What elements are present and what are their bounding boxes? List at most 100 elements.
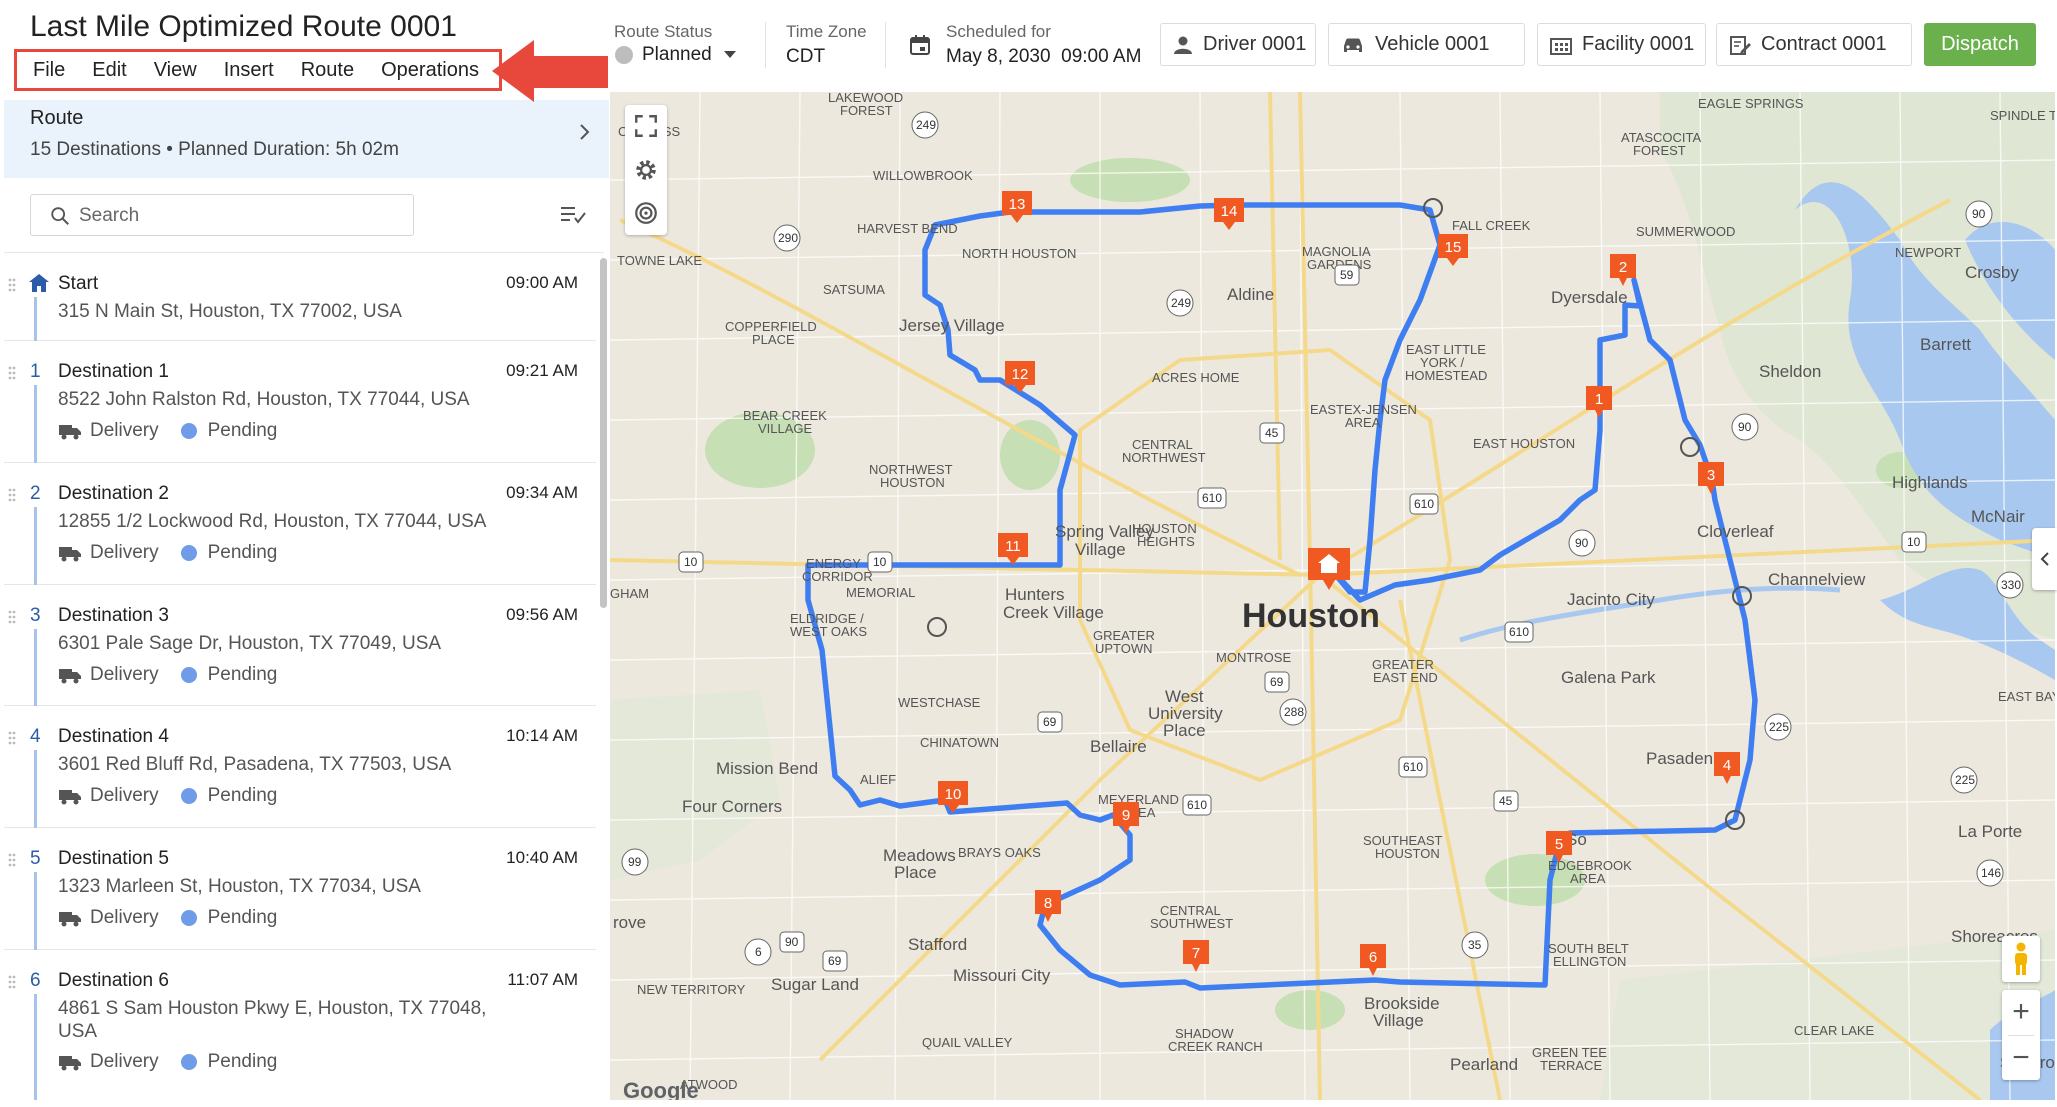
stop-type: Delivery <box>90 785 159 806</box>
route-sidebar: Last Mile Optimized Route 0001 File Edit… <box>4 0 609 1100</box>
stop-address: 6301 Pale Sage Dr, Houston, TX 77049, US… <box>58 633 442 654</box>
zoom-out-button[interactable]: − <box>2002 1036 2040 1080</box>
list-item-destination-4[interactable]: 4 Destination 4 10:14 AM 3601 Red Bluff … <box>4 706 596 828</box>
menu-view[interactable]: View <box>154 59 197 82</box>
fullscreen-icon[interactable] <box>633 113 659 139</box>
delivery-truck-icon <box>59 912 81 927</box>
calendar-icon[interactable] <box>908 33 932 57</box>
list-item-start[interactable]: Start 09:00 AM 315 N Main St, Houston, T… <box>4 253 596 341</box>
timezone-label: Time Zone <box>786 22 867 41</box>
svg-text:610: 610 <box>1202 491 1222 505</box>
route-status-dropdown[interactable]: Planned <box>642 44 712 66</box>
drag-handle-icon[interactable] <box>8 487 16 503</box>
chevron-right-icon[interactable] <box>572 120 596 144</box>
map-tools <box>625 105 667 235</box>
svg-text:Mission Bend: Mission Bend <box>716 759 818 778</box>
svg-text:1: 1 <box>1595 391 1603 408</box>
svg-text:NORTHWEST: NORTHWEST <box>1122 450 1206 465</box>
svg-text:HOUSTON: HOUSTON <box>1375 846 1440 861</box>
svg-text:Galena Park: Galena Park <box>1561 668 1656 687</box>
status-dot <box>180 910 197 926</box>
stop-time: 09:34 AM <box>506 483 578 502</box>
svg-text:7: 7 <box>1192 945 1200 962</box>
svg-text:McNair: McNair <box>1971 507 2025 526</box>
drag-handle-icon[interactable] <box>8 852 16 868</box>
drag-handle-icon[interactable] <box>8 609 16 625</box>
stop-status: Pending <box>207 664 278 685</box>
drag-handle-icon[interactable] <box>8 277 16 293</box>
svg-text:NEW TERRITORY: NEW TERRITORY <box>637 982 746 997</box>
list-item-destination-5[interactable]: 5 Destination 5 10:40 AM 1323 Marleen St… <box>4 828 596 950</box>
delivery-truck-icon <box>59 1056 81 1071</box>
stop-number: 3 <box>30 605 41 626</box>
timeline-line <box>34 385 37 463</box>
collapse-panel-button[interactable] <box>2032 528 2057 590</box>
svg-text:Barrett: Barrett <box>1920 335 1971 354</box>
menu-file[interactable]: File <box>33 59 65 82</box>
timeline-line <box>34 629 37 706</box>
menu-route[interactable]: Route <box>301 59 354 82</box>
svg-text:TERRACE: TERRACE <box>1540 1058 1602 1073</box>
drag-handle-icon[interactable] <box>8 365 16 381</box>
status-dot <box>180 667 197 683</box>
zoom-in-button[interactable]: + <box>2002 990 2040 1034</box>
scheduled-value[interactable]: May 8, 2030 09:00 AM <box>946 46 1141 68</box>
dispatch-button[interactable]: Dispatch <box>1924 23 2036 66</box>
menu-insert[interactable]: Insert <box>224 59 274 82</box>
list-scrollbar[interactable] <box>600 258 607 608</box>
route-status-dot <box>615 46 633 64</box>
svg-text:VILLAGE: VILLAGE <box>758 421 813 436</box>
stop-address: 315 N Main St, Houston, TX 77002, USA <box>58 301 402 322</box>
route-label: Route <box>30 107 84 129</box>
stop-meta: Delivery Pending <box>58 542 277 564</box>
person-icon <box>1174 36 1192 54</box>
facility-button[interactable]: Facility 0001 <box>1537 23 1706 66</box>
sort-list-icon[interactable] <box>559 202 587 226</box>
svg-text:WILLOWBROOK: WILLOWBROOK <box>873 168 973 183</box>
stop-time: 09:56 AM <box>506 605 578 624</box>
list-item-destination-2[interactable]: 2 Destination 2 09:34 AM 12855 1/2 Lockw… <box>4 463 596 585</box>
stop-name: Start <box>58 273 99 294</box>
driver-button[interactable]: Driver 0001 <box>1160 23 1316 66</box>
contract-button[interactable]: Contract 0001 <box>1716 23 1912 66</box>
vehicle-button[interactable]: Vehicle 0001 <box>1328 23 1525 66</box>
map-canvas[interactable]: LAKEWOODFOREST CYPRESSWILLOWBROOK HARVES… <box>610 92 2055 1100</box>
list-item-destination-1[interactable]: 1 Destination 1 09:21 AM 8522 John Ralst… <box>4 341 596 463</box>
menu-edit[interactable]: Edit <box>92 59 126 82</box>
stop-name: Destination 3 <box>58 605 169 626</box>
delivery-truck-icon <box>59 425 81 440</box>
svg-text:SOUTHWEST: SOUTHWEST <box>1150 916 1233 931</box>
chevron-down-icon[interactable] <box>724 51 736 58</box>
svg-text:CLEAR LAKE: CLEAR LAKE <box>1794 1023 1875 1038</box>
stop-status: Pending <box>207 785 278 806</box>
svg-text:Crosby: Crosby <box>1965 263 2019 282</box>
location-radius-icon[interactable] <box>633 199 659 225</box>
timezone-value[interactable]: CDT <box>786 46 825 68</box>
stop-address: 1323 Marleen St, Houston, TX 77034, USA <box>58 876 421 897</box>
list-item-destination-3[interactable]: 3 Destination 3 09:56 AM 6301 Pale Sage … <box>4 585 596 706</box>
drag-handle-icon[interactable] <box>8 730 16 746</box>
svg-text:HOMESTEAD: HOMESTEAD <box>1405 368 1487 383</box>
svg-text:ALIEF: ALIEF <box>860 772 896 787</box>
drag-handle-icon[interactable] <box>8 974 16 990</box>
search-input[interactable] <box>79 202 399 230</box>
svg-text:59: 59 <box>1340 268 1354 282</box>
svg-text:MONTROSE: MONTROSE <box>1216 650 1291 665</box>
stop-name: Destination 6 <box>58 970 169 991</box>
svg-text:UPTOWN: UPTOWN <box>1095 641 1153 656</box>
google-logo: Google <box>623 1078 699 1100</box>
svg-text:La Porte: La Porte <box>1958 822 2022 841</box>
stop-address: 12855 1/2 Lockwood Rd, Houston, TX 77044… <box>58 511 487 532</box>
svg-text:11: 11 <box>1005 538 1021 555</box>
svg-text:FOREST: FOREST <box>1633 143 1686 158</box>
list-item-destination-6[interactable]: 6 Destination 6 11:07 AM 4861 S Sam Hous… <box>4 950 596 1100</box>
street-view-pegman[interactable] <box>2002 936 2040 982</box>
svg-text:Jersey Village: Jersey Village <box>899 316 1005 335</box>
route-map[interactable]: LAKEWOODFOREST CYPRESSWILLOWBROOK HARVES… <box>610 92 2055 1100</box>
svg-text:35: 35 <box>1468 938 1482 952</box>
svg-text:9: 9 <box>1122 807 1130 824</box>
driver-label: Driver 0001 <box>1203 33 1307 55</box>
timeline-line <box>34 297 37 341</box>
gear-icon[interactable] <box>633 157 659 183</box>
menu-operations[interactable]: Operations <box>381 59 479 82</box>
